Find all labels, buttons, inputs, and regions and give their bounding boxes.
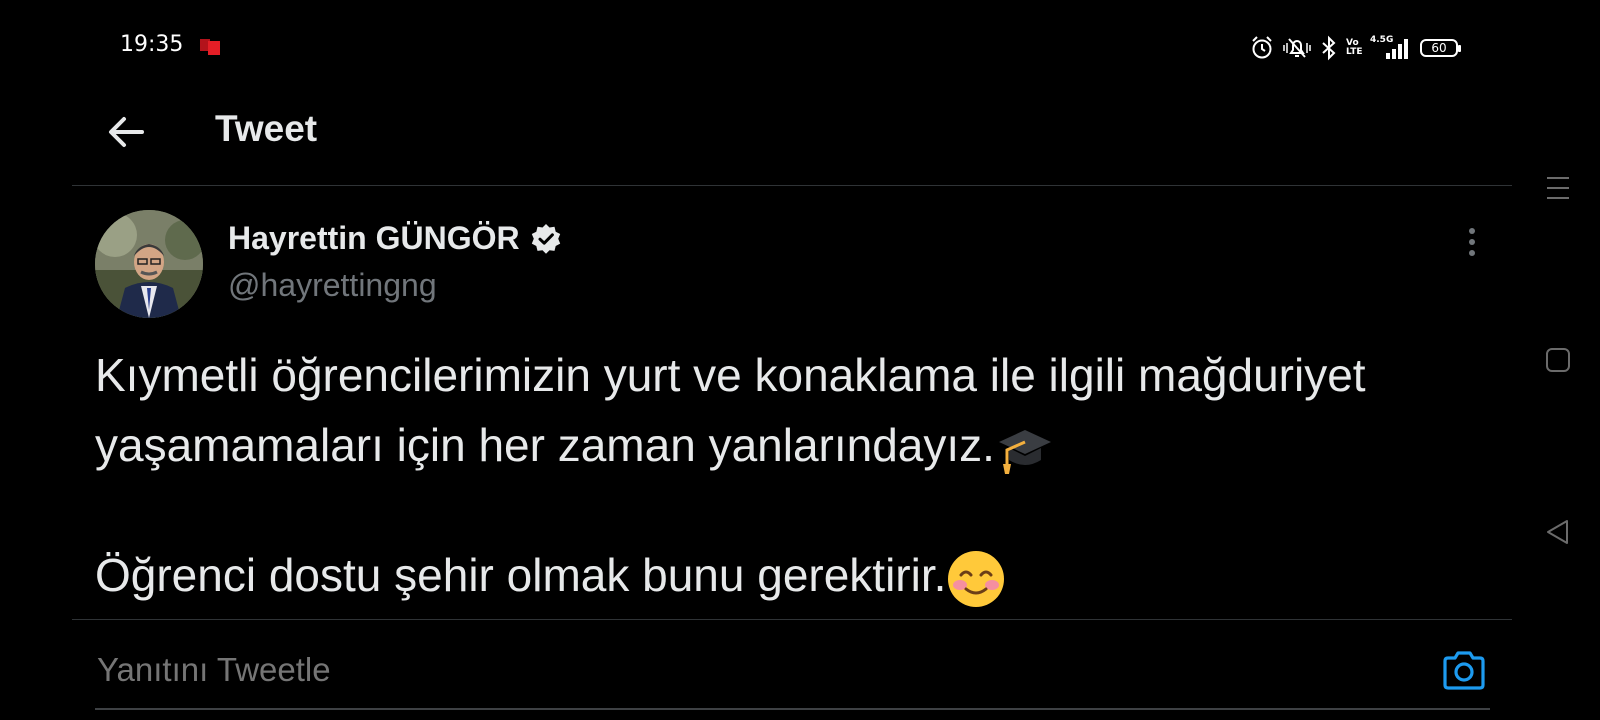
volte-label: Vo LTE — [1346, 38, 1363, 57]
back-triangle-icon — [1547, 520, 1568, 544]
more-options-button[interactable] — [1458, 226, 1486, 258]
system-nav-rail — [1510, 0, 1600, 720]
reply-underline — [95, 708, 1490, 710]
status-icons: Vo LTE 4.5G 60 — [1250, 34, 1461, 62]
back-button[interactable] — [104, 110, 148, 154]
more-options-icon — [1469, 228, 1475, 234]
tweet-paragraph: Öğrenci dostu şehir olmak bunu gerektiri… — [95, 540, 1475, 610]
home-square-icon — [1546, 348, 1570, 372]
camera-button[interactable] — [1441, 648, 1487, 692]
camera-icon — [1443, 651, 1485, 690]
author-name[interactable]: Hayrettin GÜNGÖR — [228, 220, 520, 257]
signal-icon: 4.5G — [1370, 35, 1412, 61]
mute-icon — [1283, 38, 1311, 58]
author-handle[interactable]: @hayrettingng — [228, 267, 562, 304]
author-name-row: Hayrettin GÜNGÖR — [228, 220, 562, 257]
verified-badge-icon — [531, 223, 560, 254]
battery-level: 60 — [1431, 41, 1447, 55]
home-button[interactable] — [1544, 346, 1572, 374]
status-time: 19:35 — [120, 32, 184, 57]
tweet-text: Kıymetli öğrencilerimizin yurt ve konakl… — [95, 340, 1475, 610]
menu-icon — [1547, 177, 1569, 199]
alarm-icon — [1252, 36, 1272, 59]
bluetooth-icon — [1322, 35, 1336, 61]
system-back-button[interactable] — [1544, 518, 1572, 546]
tweet-detail-screen: 19:35 Vo LTE 4.5G 60 Tweet Hayrettin GÜN… — [0, 0, 1600, 720]
smiling-face-emoji — [948, 550, 1005, 607]
tweet-paragraph: Kıymetli öğrencilerimizin yurt ve konakl… — [95, 340, 1475, 480]
back-arrow-icon — [109, 117, 144, 147]
header-divider — [72, 185, 1512, 186]
author-info[interactable]: Hayrettin GÜNGÖR @hayrettingng — [228, 220, 562, 304]
header: Tweet — [72, 96, 1512, 186]
battery-icon: 60 — [1420, 39, 1461, 57]
notification-flag-icon — [200, 39, 220, 55]
avatar[interactable] — [95, 210, 203, 318]
reply-bar — [95, 620, 1490, 710]
recent-apps-button[interactable] — [1544, 174, 1572, 202]
status-bar: 19:35 Vo LTE 4.5G 60 — [0, 0, 1600, 96]
avatar-photo — [95, 210, 203, 318]
reply-input[interactable] — [95, 650, 1299, 690]
page-title: Tweet — [215, 108, 318, 149]
graduation-cap-emoji — [998, 429, 1051, 474]
